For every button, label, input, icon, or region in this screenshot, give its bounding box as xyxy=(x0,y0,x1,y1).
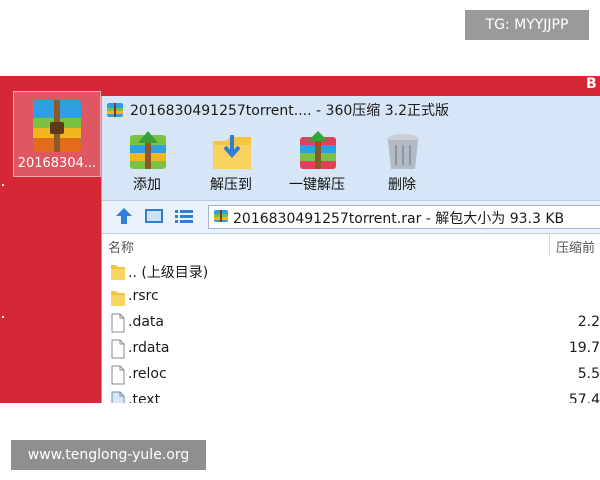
file-size: 57.4 xyxy=(568,392,600,403)
desktop-dot xyxy=(2,316,4,318)
path-field[interactable]: 2016830491257torrent.rar - 解包大小为 93.3 KB xyxy=(208,205,600,229)
file-icon xyxy=(111,313,125,333)
desktop-edge-letter: B xyxy=(586,76,597,92)
one-click-extract-button[interactable]: 一键解压 xyxy=(272,124,362,198)
app-icon xyxy=(107,103,123,117)
one-click-extract-label: 一键解压 xyxy=(289,177,345,193)
desktop-dot xyxy=(2,184,4,186)
list-item[interactable]: .rsrc xyxy=(102,284,600,310)
archive-file-icon xyxy=(33,100,81,152)
add-button[interactable]: 添加 xyxy=(102,124,192,198)
extract-to-button[interactable]: 解压到 xyxy=(186,124,276,198)
extract-to-label: 解压到 xyxy=(210,177,252,193)
file-name: .reloc xyxy=(128,366,167,382)
file-size: 19.7 xyxy=(568,340,600,356)
file-size: 5.5 xyxy=(577,366,600,382)
trash-icon xyxy=(387,134,419,169)
folder-icon xyxy=(111,291,125,306)
column-header-size[interactable]: 压缩前 xyxy=(556,237,595,256)
title-bar[interactable]: 2016830491257torrent.... - 360压缩 3.2正式版 xyxy=(102,96,600,124)
archive-window: 2016830491257torrent.... - 360压缩 3.2正式版 … xyxy=(101,96,600,403)
desktop-archive-icon[interactable]: 20168304... xyxy=(13,91,101,177)
toolbar: 添加 解压到 一键解压 删除 xyxy=(102,124,600,200)
file-name: .data xyxy=(128,314,164,330)
path-text: 2016830491257torrent.rar - 解包大小为 93.3 KB xyxy=(233,211,565,227)
watermark-top: TG: MYYJJPP xyxy=(465,10,589,40)
up-arrow-icon[interactable] xyxy=(114,207,134,225)
list-item[interactable]: .. (上级目录) xyxy=(102,258,600,284)
view-list-icon[interactable] xyxy=(174,207,194,225)
column-divider[interactable] xyxy=(549,234,550,256)
list-item[interactable]: .text 57.4 xyxy=(102,388,600,403)
file-icon xyxy=(111,391,125,403)
file-name: .text xyxy=(128,392,161,403)
window-title: 2016830491257torrent.... - 360压缩 3.2正式版 xyxy=(130,103,449,119)
add-label: 添加 xyxy=(133,177,161,193)
list-header: 名称 压缩前 xyxy=(102,234,600,256)
list-item[interactable]: .reloc 5.5 xyxy=(102,362,600,388)
file-name: .. (上级目录) xyxy=(128,265,209,281)
delete-button[interactable]: 删除 xyxy=(357,124,447,198)
list-item[interactable]: .rdata 19.7 xyxy=(102,336,600,362)
file-icon xyxy=(111,365,125,385)
file-icon xyxy=(111,339,125,359)
extract-folder-icon xyxy=(213,135,251,169)
folder-icon xyxy=(111,265,125,280)
file-name: .rsrc xyxy=(128,288,159,304)
file-size: 2.2 xyxy=(577,314,600,330)
desktop-icon-label: 20168304... xyxy=(17,156,97,171)
view-thumbnail-icon[interactable] xyxy=(144,207,164,225)
add-archive-icon xyxy=(130,131,166,169)
one-click-extract-icon xyxy=(300,131,336,169)
file-name: .rdata xyxy=(128,340,170,356)
address-bar: 2016830491257torrent.rar - 解包大小为 93.3 KB xyxy=(102,200,600,234)
column-header-name[interactable]: 名称 xyxy=(108,237,134,256)
delete-label: 删除 xyxy=(388,177,416,193)
watermark-bottom: www.tenglong-yule.org xyxy=(11,440,206,470)
list-item[interactable]: .data 2.2 xyxy=(102,310,600,336)
archive-icon xyxy=(214,210,228,222)
